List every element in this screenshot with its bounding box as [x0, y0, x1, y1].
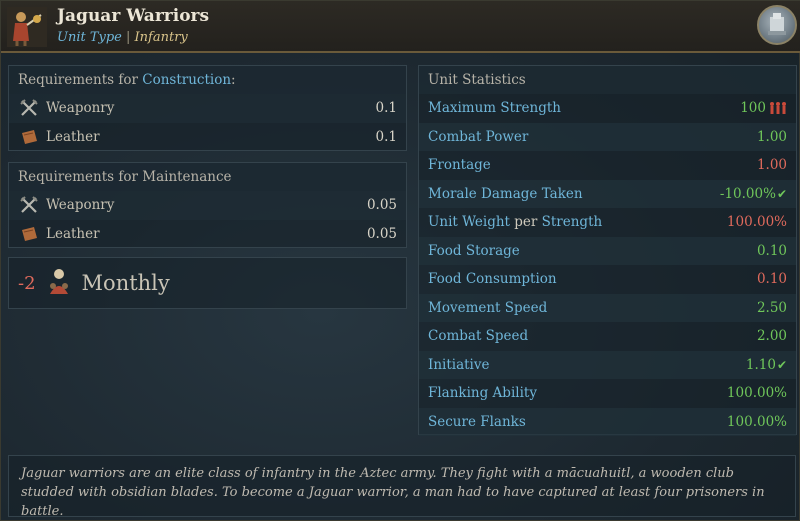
stat-row-combat-power: Combat Power 1.00	[419, 122, 796, 151]
monthly-upkeep: -2 Monthly	[8, 257, 407, 309]
unit-subtitle: Unit Type | Infantry	[57, 30, 188, 45]
stat-label: Food Consumption	[428, 271, 557, 288]
stat-label: Frontage	[428, 157, 491, 174]
leather-icon	[18, 224, 40, 244]
unit-tooltip: Jaguar Warriors Unit Type | Infantry Req…	[0, 0, 800, 521]
stat-row-secure-flanks: Secure Flanks 100.00%	[419, 407, 796, 436]
unit-description: Jaguar warriors are an elite class of in…	[8, 455, 796, 519]
stat-label: Combat Speed	[428, 328, 529, 345]
stat-label: Combat Power	[428, 128, 529, 145]
requirement-value: 0.1	[375, 128, 397, 145]
requirement-value: 0.05	[366, 197, 397, 214]
stat-row-morale-damage-taken: Morale Damage Taken -10.00% ✔	[419, 179, 796, 208]
stat-label: Maximum Strength	[428, 100, 561, 117]
unit-statistics-panel: Unit Statistics Maximum Strength 100 Com…	[418, 65, 797, 436]
weaponry-icon	[18, 195, 40, 215]
maintenance-row-weaponry: Weaponry 0.05	[9, 191, 406, 220]
check-icon: ✔	[776, 357, 787, 372]
tooltip-header: Jaguar Warriors Unit Type | Infantry	[1, 1, 800, 53]
stat-row-flanking-ability: Flanking Ability 100.00%	[419, 379, 796, 408]
construction-heading: Requirements for Construction:	[9, 66, 406, 94]
construction-heading-prefix: Requirements for	[18, 72, 143, 88]
stat-value: 100.00%	[726, 385, 787, 402]
stat-label: Initiative	[428, 356, 490, 373]
stat-row-food-consumption: Food Consumption 0.10	[419, 265, 796, 294]
stat-row-frontage: Frontage 1.00	[419, 151, 796, 180]
stat-label: Movement Speed	[428, 299, 548, 316]
stat-label-connector: per	[509, 214, 542, 231]
requirement-label: Weaponry	[46, 197, 115, 214]
stat-value: 0.10	[756, 271, 787, 288]
stat-value: 1.10	[745, 356, 776, 373]
maintenance-row-leather: Leather 0.05	[9, 220, 406, 249]
check-icon: ✔	[776, 186, 787, 201]
stat-row-maximum-strength: Maximum Strength 100	[419, 94, 796, 123]
weaponry-icon	[18, 98, 40, 118]
construction-heading-suffix: :	[231, 72, 236, 88]
stat-row-initiative: Initiative 1.10 ✔	[419, 350, 796, 379]
monthly-label: Monthly	[81, 271, 170, 295]
unit-title: Jaguar Warriors	[57, 6, 210, 26]
stat-row-food-storage: Food Storage 0.10	[419, 236, 796, 265]
maintenance-heading: Requirements for Maintenance	[9, 163, 406, 191]
stat-label: Flanking Ability	[428, 385, 537, 402]
stat-label: Secure Flanks	[428, 413, 526, 430]
culture-emblem-icon	[757, 5, 797, 45]
population-icon	[44, 266, 74, 300]
stat-value: 2.50	[756, 299, 787, 316]
stat-value: 0.10	[756, 242, 787, 259]
stat-value: -10.00%	[719, 185, 776, 202]
stat-value: 100.00%	[726, 214, 787, 231]
requirement-label: Leather	[46, 128, 100, 145]
stat-row-unit-weight-per-strength: Unit Weight per Strength 100.00%	[419, 208, 796, 237]
requirement-label: Weaponry	[46, 100, 115, 117]
stat-label-part: Strength	[541, 214, 603, 231]
unit-type-value: Infantry	[134, 30, 188, 45]
maintenance-requirements-panel: Requirements for Maintenance Weaponry 0.…	[8, 162, 407, 248]
construction-row-weaponry: Weaponry 0.1	[9, 94, 406, 123]
construction-heading-highlight: Construction	[142, 72, 232, 88]
stat-label: Unit Weight per Strength	[428, 214, 727, 230]
stat-value: 100.00%	[726, 413, 787, 430]
leather-icon	[18, 127, 40, 147]
stat-value: 1.00	[756, 157, 787, 174]
subtitle-separator: |	[126, 30, 131, 45]
jaguar-warrior-portrait-icon	[7, 7, 47, 47]
requirement-value: 0.1	[375, 100, 397, 117]
requirement-value: 0.05	[366, 225, 397, 242]
soldiers-icon	[769, 101, 787, 115]
statistics-heading: Unit Statistics	[419, 66, 796, 94]
stat-value: 100	[740, 100, 766, 117]
stat-label: Food Storage	[428, 242, 520, 259]
stat-row-combat-speed: Combat Speed 2.00	[419, 322, 796, 351]
requirement-label: Leather	[46, 225, 100, 242]
monthly-value: -2	[18, 272, 36, 294]
stat-row-movement-speed: Movement Speed 2.50	[419, 293, 796, 322]
construction-requirements-panel: Requirements for Construction: Weaponry …	[8, 65, 407, 151]
unit-type-label: Unit Type	[57, 30, 122, 45]
stat-value: 2.00	[756, 328, 787, 345]
stat-value: 1.00	[756, 128, 787, 145]
construction-row-leather: Leather 0.1	[9, 123, 406, 152]
stat-label-part: Unit Weight	[428, 214, 510, 231]
stat-label: Morale Damage Taken	[428, 185, 583, 202]
